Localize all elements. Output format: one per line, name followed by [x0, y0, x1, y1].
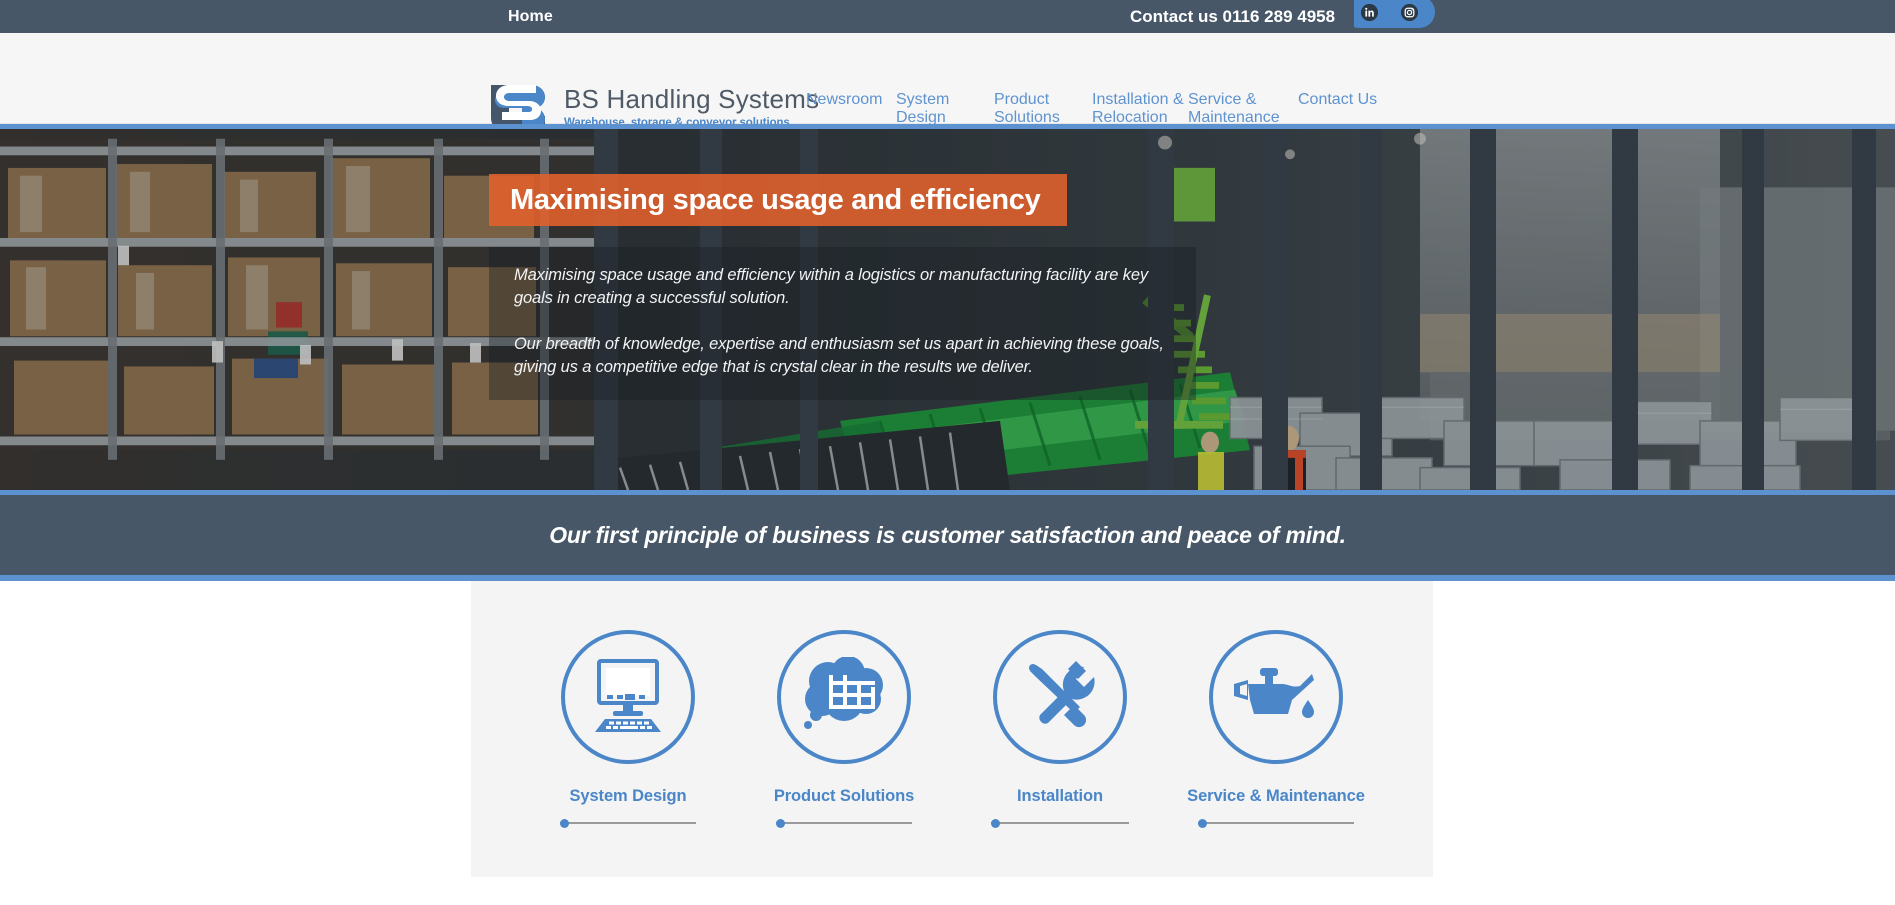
site-header: BS Handling Systems Warehouse, storage &… — [0, 33, 1895, 131]
linkedin-icon[interactable] — [1360, 3, 1378, 21]
hero-body-overlay: Maximising space usage and efficiency wi… — [489, 247, 1196, 400]
service-card-service-maintenance[interactable]: Service & Maintenance — [1187, 630, 1365, 877]
oil-can-icon — [1234, 668, 1314, 718]
underline-dot — [776, 819, 785, 828]
service-icon-circle — [561, 630, 695, 764]
services-panel: System Design Product Solutions Installa… — [471, 581, 1433, 877]
brand-name: BS Handling Systems — [564, 83, 820, 114]
service-underline — [1198, 818, 1354, 828]
service-underline — [560, 818, 696, 828]
nav-item-service-maintenance[interactable]: Service & Maintenance — [1188, 91, 1298, 126]
underline-line — [991, 822, 1129, 824]
service-icon-circle — [777, 630, 911, 764]
main-navigation: Newsroom System Design Product Solutions… — [806, 91, 1398, 126]
service-label: Installation — [1017, 787, 1103, 805]
service-card-system-design[interactable]: System Design — [560, 630, 696, 877]
hero-paragraph-2: Our breadth of knowledge, expertise and … — [514, 334, 1164, 377]
underline-dot — [991, 819, 1000, 828]
underline-dot — [560, 819, 569, 828]
thought-bubble-racking-icon — [804, 657, 883, 729]
nav-item-newsroom[interactable]: Newsroom — [806, 91, 896, 126]
hero-title-text: Maximising space usage and efficiency — [510, 183, 1041, 216]
nav-item-product-solutions[interactable]: Product Solutions — [994, 91, 1092, 126]
tagline-text: Our first principle of business is custo… — [549, 521, 1346, 548]
contact-phone-text[interactable]: Contact us 0116 289 4958 — [1130, 7, 1335, 27]
service-label: System Design — [569, 787, 687, 805]
service-label: Product Solutions — [773, 787, 915, 805]
underline-line — [560, 822, 696, 824]
instagram-icon[interactable] — [1400, 3, 1418, 21]
social-links-pill — [1334, 0, 1435, 28]
nav-item-contact-us[interactable]: Contact Us — [1298, 91, 1398, 126]
nav-item-system-design[interactable]: System Design — [896, 91, 994, 126]
service-card-product-solutions[interactable]: Product Solutions — [773, 630, 915, 877]
underline-line — [776, 822, 912, 824]
service-underline — [991, 818, 1129, 828]
hero-title-banner: Maximising space usage and efficiency — [489, 174, 1067, 226]
services-section: System Design Product Solutions Installa… — [0, 581, 1895, 893]
wrench-screwdriver-icon — [1029, 661, 1095, 728]
underline-line — [1198, 822, 1354, 824]
underline-dot — [1198, 819, 1207, 828]
hero-banner: Maximising space usage and efficiency Ma… — [0, 124, 1895, 495]
monitor-keyboard-icon — [595, 659, 661, 732]
service-label: Service & Maintenance — [1187, 787, 1365, 805]
nav-item-installation-relocation[interactable]: Installation & Relocation — [1092, 91, 1188, 126]
hero-paragraph-1: Maximising space usage and efficiency wi… — [514, 266, 1148, 308]
service-icon-circle — [1209, 630, 1343, 764]
service-icon-circle — [993, 630, 1127, 764]
service-underline — [776, 818, 912, 828]
top-utility-bar: Home Contact us 0116 289 4958 — [0, 0, 1895, 33]
nav-home-link[interactable]: Home — [508, 8, 553, 26]
service-card-installation[interactable]: Installation — [991, 630, 1129, 877]
tagline-strip: Our first principle of business is custo… — [0, 495, 1895, 581]
